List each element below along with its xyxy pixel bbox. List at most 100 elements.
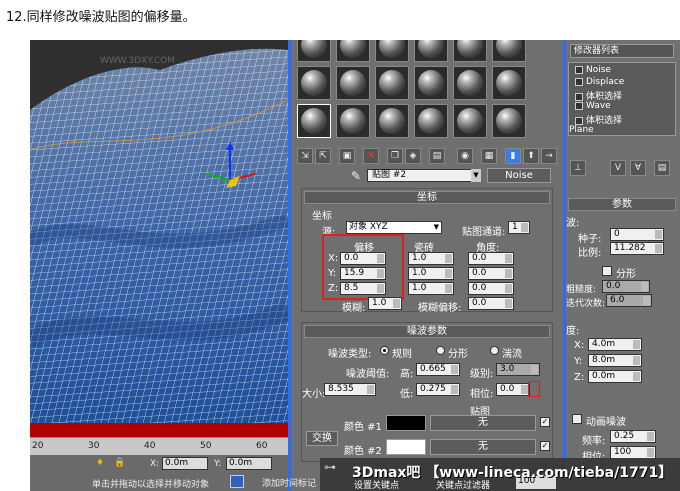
- threshold-label: 噪波阈值:: [346, 369, 390, 380]
- copy-icon[interactable]: ❐: [387, 148, 403, 164]
- frequency-spinner[interactable]: 0.25: [610, 430, 656, 443]
- stack-item-volselect-2[interactable]: 体积选择: [575, 113, 622, 126]
- track-bar[interactable]: 20 30 40 50 60: [30, 437, 288, 455]
- rollout-title: 坐标: [417, 192, 437, 203]
- key-mode-icon[interactable]: ⊶: [324, 460, 336, 474]
- iterations-spinner[interactable]: 6.0: [606, 294, 652, 307]
- stack-item-displace[interactable]: Displace: [575, 77, 624, 89]
- stack-item-wave[interactable]: Wave: [575, 101, 611, 113]
- stack-item-noise[interactable]: Noise: [575, 65, 611, 77]
- sample-slot[interactable]: [492, 66, 526, 100]
- sample-slot[interactable]: [297, 66, 331, 100]
- tiling-z-spinner[interactable]: 1.0: [408, 282, 454, 295]
- angle-x-spinner[interactable]: 0.0: [468, 252, 514, 265]
- params-rollout-header[interactable]: 参数: [568, 198, 676, 211]
- seed-spinner[interactable]: 0: [610, 228, 664, 241]
- make-unique-icon[interactable]: ∀: [630, 160, 646, 176]
- fractal-checkbox[interactable]: [602, 266, 612, 276]
- modifier-stack: Noise Displace 体积选择 Wave 体积选择 Plane: [568, 62, 676, 136]
- color1-map-button[interactable]: 无: [430, 415, 536, 431]
- blur-spinner[interactable]: 1.0: [368, 297, 402, 310]
- stack-item-plane[interactable]: Plane: [569, 125, 594, 137]
- y-coord-field[interactable]: 0.0m: [226, 457, 272, 470]
- reset-icon[interactable]: ✕: [363, 148, 379, 164]
- regular-radio[interactable]: [380, 346, 389, 355]
- fractal-radio[interactable]: [436, 346, 445, 355]
- map-name-field[interactable]: 贴图 #2: [367, 169, 481, 182]
- time-slider[interactable]: [30, 423, 288, 437]
- eyedropper-icon[interactable]: ✎: [351, 169, 361, 183]
- sample-slot[interactable]: [375, 104, 409, 138]
- tiling-y-spinner[interactable]: 1.0: [408, 267, 454, 280]
- turbulence-radio[interactable]: [490, 346, 499, 355]
- noise-rollout-header[interactable]: 噪波参数: [304, 325, 550, 338]
- checker-icon[interactable]: ▦: [481, 148, 497, 164]
- configure-icon[interactable]: ▤: [654, 160, 670, 176]
- move-gizmo[interactable]: [200, 140, 260, 200]
- animate-noise-checkbox[interactable]: [572, 414, 582, 424]
- stack-item-volselect[interactable]: 体积选择: [575, 89, 622, 102]
- color1-map-checkbox[interactable]: ✓: [540, 417, 550, 427]
- strength-z-spinner[interactable]: 0.0m: [588, 370, 642, 383]
- sample-slot[interactable]: [453, 40, 487, 62]
- roughness-spinner[interactable]: 0.0: [602, 280, 650, 293]
- sample-slot[interactable]: [336, 104, 370, 138]
- sample-slot[interactable]: [375, 40, 409, 62]
- swap-button[interactable]: 交换: [306, 431, 338, 446]
- sample-slot[interactable]: [375, 66, 409, 100]
- sample-slot[interactable]: [492, 40, 526, 62]
- library-icon[interactable]: ▤: [429, 148, 445, 164]
- x-coord-field[interactable]: 0.0m: [162, 457, 208, 470]
- assign-icon[interactable]: ▣: [339, 148, 355, 164]
- go-sibling-icon[interactable]: →: [541, 148, 557, 164]
- color2-map-checkbox[interactable]: ✓: [540, 441, 550, 451]
- effects-channel-icon[interactable]: ◉: [457, 148, 473, 164]
- color2-map-button[interactable]: 无: [430, 439, 536, 455]
- color1-swatch[interactable]: [386, 415, 426, 431]
- snap-icon[interactable]: [230, 475, 244, 488]
- strength-z-label: Z:: [574, 372, 585, 383]
- phase-spinner[interactable]: 0.0: [496, 383, 530, 396]
- sample-slot[interactable]: [414, 104, 448, 138]
- coordinates-rollout-header[interactable]: 坐标: [304, 191, 550, 204]
- unique-icon[interactable]: ◈: [405, 148, 421, 164]
- pin-stack-icon[interactable]: ⊥: [570, 160, 586, 176]
- sample-slot[interactable]: [414, 40, 448, 62]
- show-end-result-icon[interactable]: V: [610, 160, 626, 176]
- sample-slot[interactable]: [336, 66, 370, 100]
- sample-slot[interactable]: [297, 40, 331, 62]
- high-spinner[interactable]: 0.665: [416, 363, 460, 376]
- lock-icon[interactable]: 🔒: [114, 458, 125, 468]
- strength-y-spinner[interactable]: 8.0m: [588, 354, 642, 367]
- sample-slot[interactable]: [336, 40, 370, 62]
- blur-offset-spinner[interactable]: 0.0: [468, 297, 514, 310]
- scale-spinner[interactable]: 11.282: [610, 242, 664, 255]
- size-spinner[interactable]: 8.535: [324, 383, 376, 396]
- source-dropdown[interactable]: 对象 XYZ ▼: [346, 221, 442, 234]
- fractal-label: 分形: [616, 269, 636, 280]
- low-spinner[interactable]: 0.275: [416, 383, 460, 396]
- sample-slot[interactable]: [297, 104, 331, 138]
- get-material-icon[interactable]: ⇲: [297, 148, 313, 164]
- put-to-scene-icon[interactable]: ⇱: [315, 148, 331, 164]
- sample-slot[interactable]: [453, 66, 487, 100]
- add-time-tag-button[interactable]: 添加时间标记: [262, 476, 316, 489]
- chevron-down-icon[interactable]: ▼: [471, 169, 481, 182]
- tiling-x-spinner[interactable]: 1.0: [408, 252, 454, 265]
- sample-slot[interactable]: [492, 104, 526, 138]
- show-map-icon[interactable]: ▮: [505, 148, 521, 164]
- key-icon[interactable]: ♦: [96, 458, 104, 468]
- expand-icon: [575, 101, 583, 110]
- modifier-list-dropdown[interactable]: 修改器列表: [570, 44, 674, 58]
- sample-slot[interactable]: [414, 66, 448, 100]
- strength-x-spinner[interactable]: 4.0m: [588, 338, 642, 351]
- go-parent-icon[interactable]: ⬆: [523, 148, 539, 164]
- sample-slot[interactable]: [453, 104, 487, 138]
- angle-z-spinner[interactable]: 0.0: [468, 282, 514, 295]
- color2-swatch[interactable]: [386, 439, 426, 455]
- map-type-button[interactable]: Noise: [487, 168, 551, 183]
- levels-spinner[interactable]: 3.0: [496, 363, 540, 376]
- map-channel-spinner[interactable]: 1: [508, 221, 530, 234]
- viewport[interactable]: WWW.3DXY.COM: [30, 40, 288, 423]
- angle-y-spinner[interactable]: 0.0: [468, 267, 514, 280]
